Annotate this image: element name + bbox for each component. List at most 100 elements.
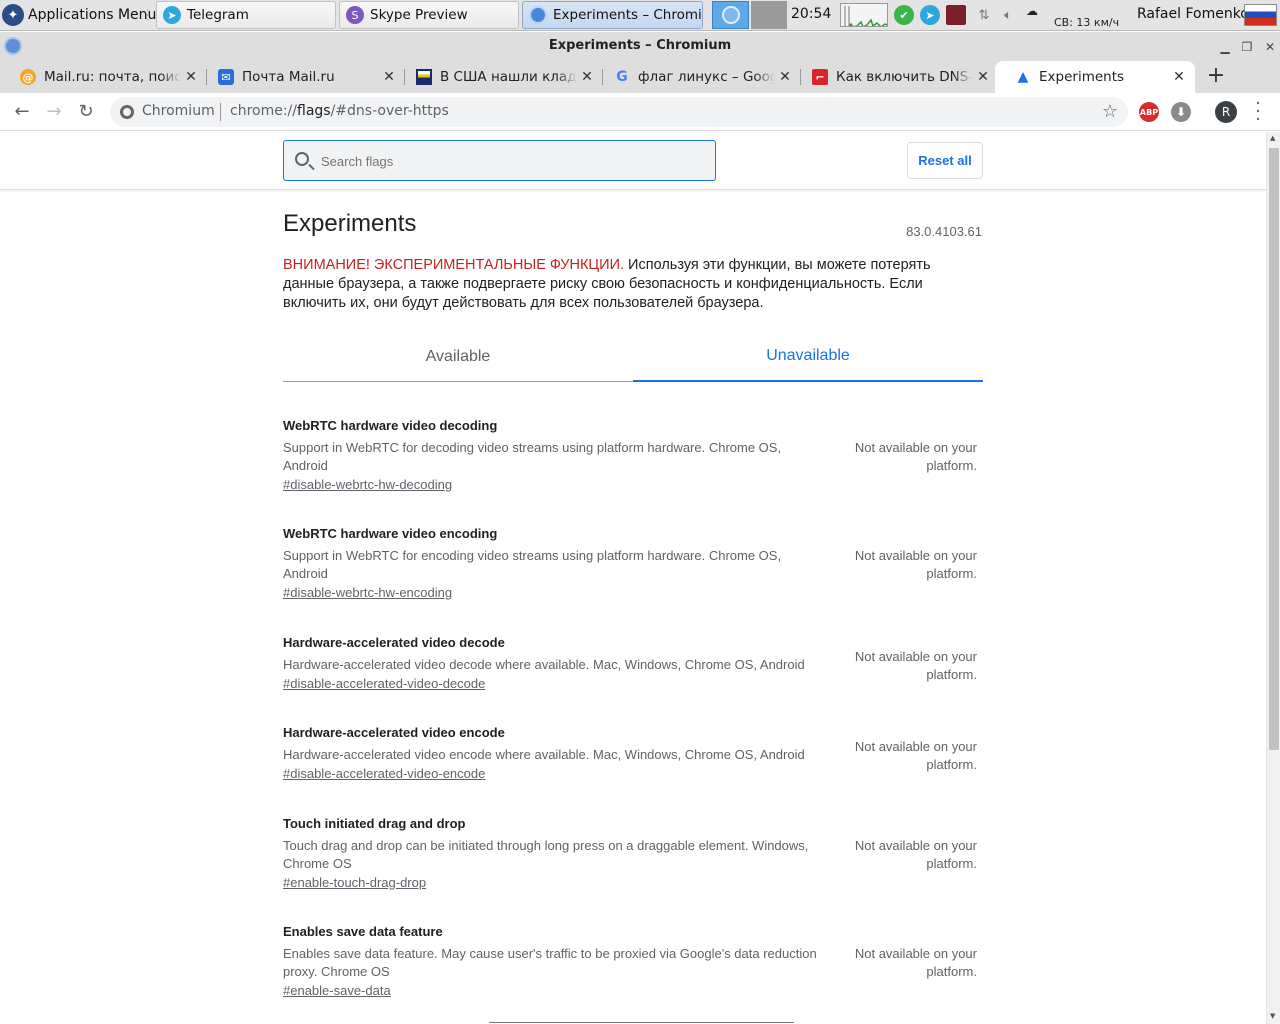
flag-permalink[interactable]: #disable-accelerated-video-decode xyxy=(283,676,485,691)
download-icon[interactable]: ⬇ xyxy=(1171,102,1191,122)
browser-toolbar: ← → ↻ Chromium chrome://flags/#dns-over-… xyxy=(0,93,1280,131)
search-box[interactable] xyxy=(283,140,716,181)
checkmark-icon[interactable]: ✔ xyxy=(894,5,914,25)
version-number: 83.0.4103.61 xyxy=(906,224,982,239)
flag-entry: Touch initiated drag and drop Touch drag… xyxy=(283,816,983,892)
taskbar-telegram[interactable]: ➤ Telegram xyxy=(156,1,336,29)
cpu-graph xyxy=(840,3,888,27)
tab-pochta[interactable]: ✉ Почта Mail.ru ✕ xyxy=(198,61,405,93)
tab-news[interactable]: В США нашли клад на ✕ xyxy=(396,61,603,93)
panel-separator: · · · xyxy=(146,6,149,26)
mailru-icon: @ xyxy=(20,69,36,85)
volume-icon[interactable]: 🔈︎ xyxy=(998,5,1018,25)
flag-name: Touch initiated drag and drop xyxy=(283,816,466,831)
clock[interactable]: 20:54 xyxy=(791,6,831,22)
flag-permalink[interactable]: #disable-webrtc-hw-decoding xyxy=(283,477,452,492)
flag-permalink[interactable]: #enable-touch-drag-drop xyxy=(283,875,426,890)
flag-description: Support in WebRTC for decoding video str… xyxy=(283,440,782,473)
applications-menu-label: Applications Menu xyxy=(28,7,157,23)
page-title: Experiments xyxy=(283,210,417,237)
warning-heading: ВНИМАНИЕ! ЭКСПЕРИМЕНТАЛЬНЫЕ ФУНКЦИИ. xyxy=(283,257,625,273)
flag-description: Hardware-accelerated video decode where … xyxy=(283,657,805,672)
maximize-icon[interactable]: ❐ xyxy=(1239,39,1255,55)
flag-permalink[interactable]: #disable-webrtc-hw-encoding xyxy=(283,585,452,600)
address-bar[interactable]: Chromium chrome://flags/#dns-over-https … xyxy=(110,97,1128,127)
applications-menu-button[interactable]: ✦ Applications Menu xyxy=(2,2,156,28)
flag-description: Touch drag and drop can be initiated thr… xyxy=(283,838,809,871)
address-url[interactable]: chrome://flags/#dns-over-https xyxy=(230,103,449,119)
tab-dns-article[interactable]: ⌐ Как включить DNS-over-HTTPS ✕ xyxy=(792,61,999,93)
tab-google[interactable]: G флаг линукс – Google ✕ xyxy=(594,61,801,93)
flag-description: Support in WebRTC for encoding video str… xyxy=(283,548,782,581)
scroll-up-arrow-icon[interactable]: ▲ xyxy=(1270,134,1275,142)
tab-label: флаг линукс – Google xyxy=(638,69,775,85)
address-site-chip: Chromium xyxy=(142,103,215,119)
telegram-tray-icon[interactable]: ➤ xyxy=(920,5,940,25)
page-content: Reset all Experiments 83.0.4103.61 ВНИМА… xyxy=(0,132,1266,1024)
flag-entry: WebRTC hardware video decoding Support i… xyxy=(283,418,983,494)
flag-name: Enables save data feature xyxy=(283,924,443,939)
forward-arrow-icon[interactable]: → xyxy=(44,102,64,122)
xfce-logo-icon: ✦ xyxy=(2,4,24,26)
search-icon xyxy=(295,152,309,166)
app-tray-icon[interactable] xyxy=(946,5,966,25)
tab-strip: @ Mail.ru: почта, поиск в интернете ✕ ✉ … xyxy=(0,61,1280,93)
user-name[interactable]: Rafael Fomenko xyxy=(1137,6,1249,22)
new-tab-button[interactable]: + xyxy=(1204,65,1228,89)
taskbar-label: Telegram xyxy=(187,7,249,23)
chromium-icon xyxy=(721,6,740,24)
flask-icon: ▲ xyxy=(1017,69,1029,85)
flag-description: Hardware-accelerated video encode where … xyxy=(283,747,805,762)
news-icon xyxy=(416,69,432,85)
taskbar-skype[interactable]: S Skype Preview xyxy=(339,1,519,29)
tab-label: Почта Mail.ru xyxy=(242,69,335,85)
flag-permalink[interactable]: #disable-accelerated-video-encode xyxy=(283,766,485,781)
scroll-down-arrow-icon[interactable]: ▼ xyxy=(1270,1012,1275,1020)
tab-label: Как включить DNS-over-HTTPS xyxy=(836,69,973,85)
tab-close-icon[interactable]: ✕ xyxy=(1169,69,1189,85)
workspace-1[interactable] xyxy=(712,1,749,29)
weather-wind: СВ: 13 км/ч xyxy=(1054,16,1120,29)
search-input[interactable] xyxy=(319,151,699,171)
chrome-menu-icon[interactable]: · · · xyxy=(1252,95,1264,129)
weather-cloud-icon[interactable]: ☁ xyxy=(1026,4,1038,18)
tab-close-icon[interactable]: ✕ xyxy=(973,69,993,85)
tab-mailru[interactable]: @ Mail.ru: почта, поиск в интернете ✕ xyxy=(0,61,207,93)
bookmark-star-icon[interactable]: ☆ xyxy=(1102,101,1118,122)
warning-message: ВНИМАНИЕ! ЭКСПЕРИМЕНТАЛЬНЫЕ ФУНКЦИИ. Исп… xyxy=(283,256,983,313)
flag-description: Enables save data feature. May cause use… xyxy=(283,946,817,979)
reset-all-button[interactable]: Reset all xyxy=(907,142,983,179)
back-arrow-icon[interactable]: ← xyxy=(12,102,32,122)
tab-available[interactable]: Available xyxy=(283,336,633,382)
flag-entry: Hardware-accelerated video encode Hardwa… xyxy=(283,725,983,783)
scrollbar-thumb[interactable] xyxy=(1269,148,1279,750)
adblock-icon[interactable]: ABP xyxy=(1139,102,1159,122)
flag-entry: Hardware-accelerated video decode Hardwa… xyxy=(283,635,983,693)
tab-unavailable[interactable]: Unavailable xyxy=(633,336,983,382)
profile-avatar[interactable]: R xyxy=(1215,101,1237,123)
chromium-page-icon xyxy=(120,105,134,119)
taskbar-label: Experiments – Chromi... xyxy=(553,7,703,23)
tab-experiments[interactable]: ▲ Experiments ✕ xyxy=(995,61,1195,93)
flag-entry: WebRTC hardware video encoding Support i… xyxy=(283,526,983,602)
window-titlebar[interactable]: Experiments – Chromium ▁ ❐ ✕ xyxy=(0,32,1280,61)
desktop-panel: ✦ Applications Menu · · · ➤ Telegram S Sky… xyxy=(0,0,1280,31)
flag-permalink[interactable]: #enable-save-data xyxy=(283,983,391,998)
flag-entry: Enables save data feature Enables save d… xyxy=(283,924,983,1000)
page-scrollbar[interactable]: ▲ ▼ xyxy=(1266,132,1280,1024)
taskbar-chromium[interactable]: Experiments – Chromi... xyxy=(522,1,703,29)
network-icon[interactable]: ⇅ xyxy=(974,5,994,25)
reload-icon[interactable]: ↻ xyxy=(76,102,96,122)
keyboard-layout-flag-icon[interactable] xyxy=(1244,4,1277,26)
flag-status: Not available on your platform. xyxy=(854,548,977,581)
flags-tabs: Available Unavailable xyxy=(283,336,983,382)
minimize-icon[interactable]: ▁ xyxy=(1217,39,1233,55)
flag-status: Not available on your platform. xyxy=(854,440,977,473)
skype-icon: S xyxy=(346,6,364,24)
workspace-2[interactable] xyxy=(751,1,787,29)
flag-name: WebRTC hardware video decoding xyxy=(283,418,498,433)
tab-label: Experiments xyxy=(1039,69,1125,85)
flags-header: Reset all xyxy=(0,132,1266,190)
close-icon[interactable]: ✕ xyxy=(1262,39,1278,55)
article-icon: ⌐ xyxy=(812,69,828,85)
